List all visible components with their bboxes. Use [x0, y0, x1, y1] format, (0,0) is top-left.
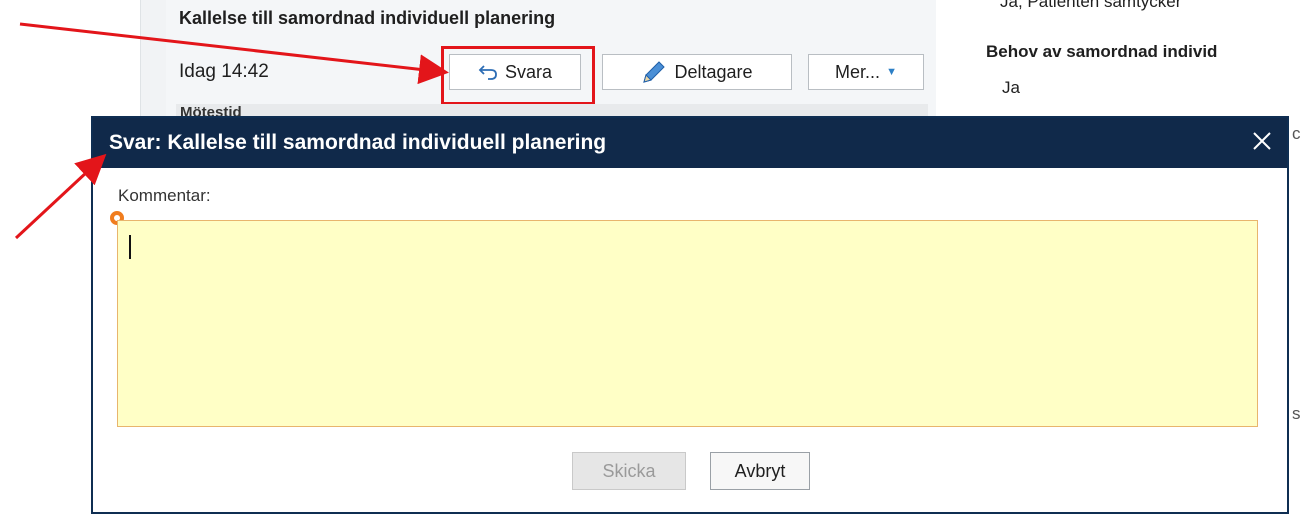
more-button[interactable]: Mer... ▼	[808, 54, 924, 90]
dialog-title: Svar: Kallelse till samordnad individuel…	[109, 131, 607, 154]
need-heading: Behov av samordnad individ	[986, 42, 1218, 61]
cancel-button[interactable]: Avbryt	[710, 452, 810, 490]
dialog-header: Svar: Kallelse till samordnad individuel…	[93, 118, 1287, 168]
edge-char: s	[1292, 404, 1301, 423]
chevron-down-icon: ▼	[886, 66, 897, 78]
annotation-highlight-box	[441, 46, 595, 105]
close-icon[interactable]	[1249, 128, 1275, 154]
send-button[interactable]: Skicka	[572, 452, 686, 490]
message-title: Kallelse till samordnad individuell plan…	[179, 8, 556, 28]
reply-dialog: Svar: Kallelse till samordnad individuel…	[91, 116, 1289, 514]
text-caret	[129, 235, 131, 259]
pencil-icon	[641, 59, 667, 85]
message-section-peek: Mötestid	[180, 104, 242, 116]
consent-text: Ja, Patienten samtycker	[1000, 0, 1182, 11]
send-button-label: Skicka	[602, 460, 656, 481]
need-value: Ja	[1002, 78, 1020, 97]
comment-textarea[interactable]	[117, 220, 1258, 427]
cancel-button-label: Avbryt	[734, 460, 786, 481]
more-button-label: Mer...	[835, 61, 881, 82]
participants-button-label: Deltagare	[674, 61, 753, 82]
message-section-bar	[176, 104, 928, 116]
participants-button[interactable]: Deltagare	[602, 54, 792, 90]
comment-label: Kommentar:	[118, 186, 211, 205]
message-time: Idag 14:42	[179, 61, 269, 82]
edge-char: c	[1292, 124, 1301, 143]
